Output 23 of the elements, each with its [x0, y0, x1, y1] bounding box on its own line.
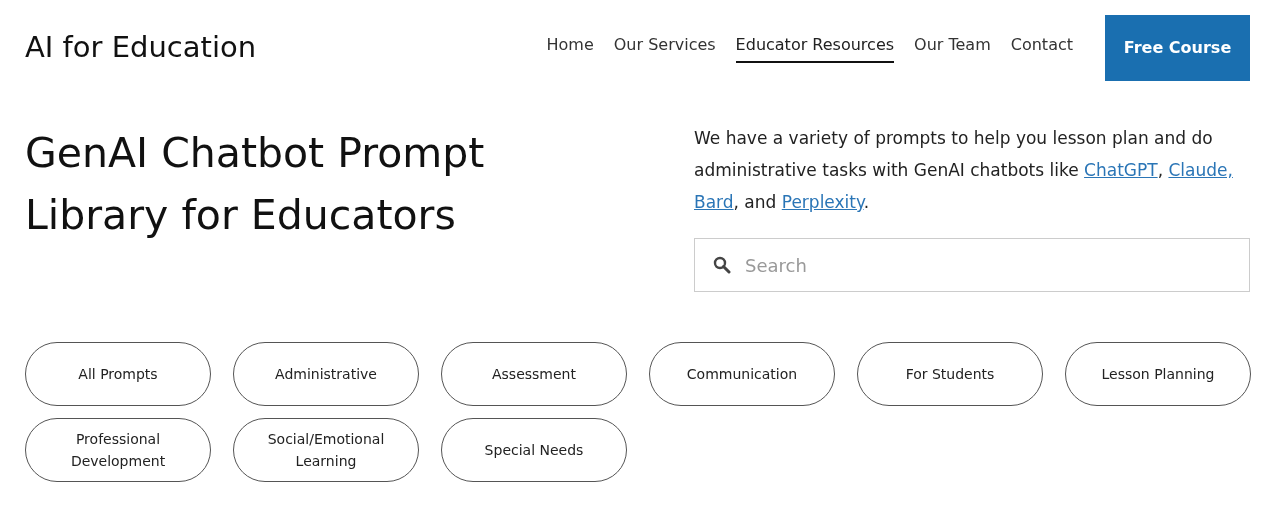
nav-link[interactable]: Home	[546, 33, 594, 63]
category-button[interactable]: Communication	[649, 342, 835, 406]
nav-link[interactable]: Contact	[1010, 33, 1073, 63]
category-button[interactable]: For Students	[857, 342, 1043, 406]
chatbot-link[interactable]: ChatGPT	[1084, 160, 1158, 180]
nav-link[interactable]: Our Services	[613, 33, 716, 63]
nav-link[interactable]: Our Team	[914, 33, 991, 63]
search-field[interactable]: Search	[694, 238, 1250, 292]
chatbot-link[interactable]: Claude,	[1168, 160, 1233, 180]
intro-paragraph: We have a variety of prompts to help you lesson plan and do administrative tasks with GenAI chatbots like ChatGPT, Claude, Bard, and Perplexity.	[694, 127, 1234, 214]
nav-link[interactable]: Educator Resources	[735, 33, 895, 63]
free-course-button[interactable]: Free Course	[1105, 15, 1250, 81]
category-button[interactable]: Professional Development	[25, 418, 211, 482]
category-button[interactable]: Lesson Planning	[1065, 342, 1251, 406]
site-title[interactable]: AI for Education	[25, 26, 257, 70]
category-button[interactable]: Social/Emotional Learning	[233, 418, 419, 482]
category-button[interactable]: Administrative	[233, 342, 419, 406]
chatbot-link[interactable]: Perplexity	[781, 192, 864, 212]
category-button[interactable]: Special Needs	[441, 418, 627, 482]
page-heading: GenAI Chatbot Prompt Library for Educators	[25, 128, 486, 241]
category-button[interactable]: All Prompts	[25, 342, 211, 406]
category-button[interactable]: Assessment	[441, 342, 627, 406]
chatbot-link[interactable]: Bard	[694, 192, 734, 212]
